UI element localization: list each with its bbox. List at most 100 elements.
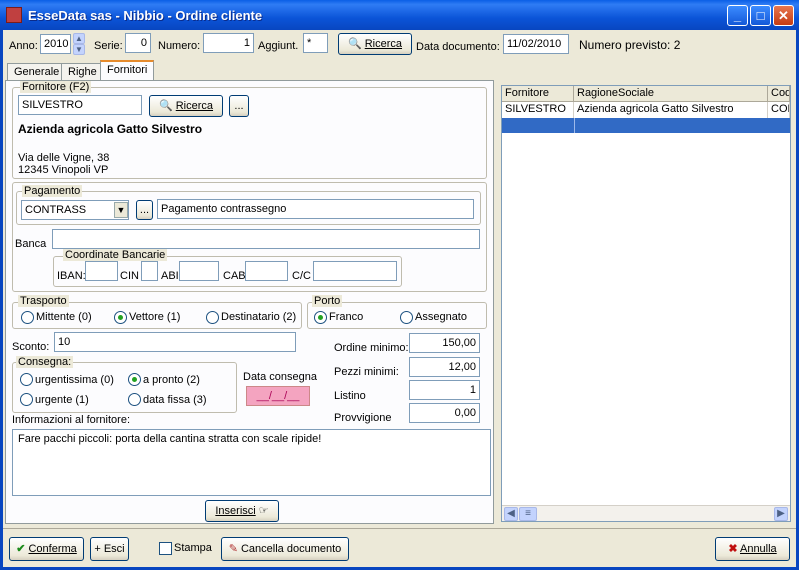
spin-down-icon[interactable]: ▼ [73,44,85,55]
annulla-label: Annulla [739,543,777,555]
close-button[interactable]: ✕ [773,5,794,26]
info-textarea[interactable]: Fare pacchi piccoli: porta della cantina… [12,429,491,496]
grid-cell-cod[interactable]: CON [768,102,790,118]
cc-label: C/C [292,270,311,282]
grid-header-ragionesociale[interactable]: RagioneSociale [574,86,768,102]
fornitore-code-input[interactable]: SILVESTRO [18,95,142,115]
fornitore-address2: 12345 Vinopoli VP [18,164,109,176]
anno-spinner[interactable]: ▲ ▼ [73,33,85,55]
numero-input[interactable]: 1 [203,33,254,53]
fornitore-group-label: Fornitore (F2) [20,81,92,93]
conferma-button[interactable]: ✔ Conferma [9,537,84,561]
consegna-label-urgente: urgente (1) [35,394,89,406]
consegna-label-urgentissima: urgentissima (0) [35,374,114,386]
coordinate-bancarie-label: Coordinate Bancarie [63,249,168,261]
tab-generale[interactable]: Generale [7,63,67,81]
pagamento-group-label: Pagamento [22,185,83,197]
pagamento-select[interactable]: CONTRASS [21,200,129,220]
annulla-button[interactable]: ✖ Annulla [715,537,790,561]
x-icon: ✖ [728,543,738,555]
pagamento-description[interactable]: Pagamento contrassegno [157,199,474,219]
dropdown-arrow-icon[interactable]: ▼ [114,202,128,218]
cin-input[interactable] [141,261,158,281]
porto-group-label: Porto [312,295,343,307]
maximize-button[interactable]: □ [750,5,771,26]
cc-input[interactable] [313,261,397,281]
inserisci-button[interactable]: Inserisci ☞ [205,500,279,522]
grid-hscrollbar[interactable]: ◀ ≡ ▶ [502,505,790,521]
numero-previsto: Numero previsto: 2 [579,38,681,52]
sconto-label: Sconto: [12,341,50,353]
stampa-label: Stampa [174,542,212,554]
listino-label: Listino [334,390,366,402]
porto-label-franco: Franco [329,311,364,323]
fornitore-browse-button[interactable]: ... [229,95,249,117]
scroll-left-icon[interactable]: ◀ [504,507,518,521]
magnifier-icon: 🔍 [158,100,173,112]
data-documento-label: Data documento: [416,41,500,53]
abi-input[interactable] [179,261,219,281]
fornitore-address1: Via delle Vigne, 38 [18,152,110,164]
esci-button[interactable]: + Esci [90,537,129,561]
minimize-button[interactable]: _ [727,5,748,26]
grid-new-row-divider [574,118,575,133]
cin-label: CIN [120,270,139,282]
trasporto-radio-mittente[interactable] [21,311,34,324]
abi-label: ABI [161,270,179,282]
trasporto-label-mittente: Mittente (0) [36,311,92,323]
listino-input[interactable]: 1 [409,380,480,400]
sconto-input[interactable]: 10 [54,332,296,352]
grid-header-cod[interactable]: Cod [768,86,790,102]
iban-input[interactable] [85,261,118,281]
serie-input[interactable]: 0 [125,33,151,53]
grid-new-row[interactable] [502,118,790,133]
fornitore-search-button[interactable]: 🔍 Ricerca [149,95,223,117]
banca-input[interactable] [52,229,480,249]
pezzi-minimi-input[interactable]: 12,00 [409,357,480,377]
trasporto-label-destinatario: Destinatario (2) [221,311,297,323]
pagamento-browse-button[interactable]: ... [136,200,153,220]
consegna-radio-urgentissima[interactable] [20,373,33,386]
title-bar[interactable]: EsseData sas - Nibbio - Ordine cliente _… [0,0,799,30]
aggiunt-input[interactable]: * [303,33,328,53]
anno-label: Anno: [9,40,38,52]
consegna-radio-a-pronto[interactable] [128,373,141,386]
consegna-label-data-fissa: data fissa (3) [143,394,207,406]
anno-input[interactable]: 2010 [40,34,71,54]
cancella-label: Cancella documento [240,543,342,555]
serie-label: Serie: [94,40,123,52]
ordine-minimo-label: Ordine minimo: [334,342,409,354]
spin-up-icon[interactable]: ▲ [73,33,85,44]
eraser-icon: ✎ [228,543,238,555]
trasporto-radio-destinatario[interactable] [206,311,219,324]
header-search-label: Ricerca [364,38,403,50]
cab-input[interactable] [245,261,288,281]
scroll-right-icon[interactable]: ▶ [774,507,788,521]
pagamento-select-value: CONTRASS [25,204,87,216]
trasporto-group-label: Trasporto [18,295,69,307]
iban-label: IBAN: [57,270,86,282]
tab-fornitori[interactable]: Fornitori [100,60,155,81]
fornitore-name: Azienda agricola Gatto Silvestro [18,122,203,136]
consegna-radio-urgente[interactable] [20,393,33,406]
tab-righe[interactable]: Righe [61,63,104,81]
scroll-thumb[interactable]: ≡ [519,507,537,521]
info-label: Informazioni al fornitore: [12,414,130,426]
header-search-button[interactable]: 🔍 Ricerca [338,33,412,55]
ordine-minimo-input[interactable]: 150,00 [409,333,480,353]
consegna-radio-data-fissa[interactable] [128,393,141,406]
provvigione-input[interactable]: 0,00 [409,403,480,423]
inserisci-label: Inserisci [215,505,256,517]
fornitori-grid[interactable]: Fornitore RagioneSociale Cod SILVESTRO A… [501,85,791,522]
grid-header-fornitore[interactable]: Fornitore [502,86,574,102]
porto-radio-assegnato[interactable] [400,311,413,324]
data-consegna-input[interactable]: __/__/__ [246,386,310,406]
stampa-checkbox[interactable] [159,542,172,555]
porto-radio-franco[interactable] [314,311,327,324]
data-documento-input[interactable]: 11/02/2010 [503,34,569,54]
grid-cell-fornitore[interactable]: SILVESTRO [502,102,574,118]
cancella-documento-button[interactable]: ✎ Cancella documento [221,537,349,561]
trasporto-radio-vettore[interactable] [114,311,127,324]
pezzi-minimi-label: Pezzi minimi: [334,366,399,378]
grid-cell-ragionesociale[interactable]: Azienda agricola Gatto Silvestro [574,102,768,118]
